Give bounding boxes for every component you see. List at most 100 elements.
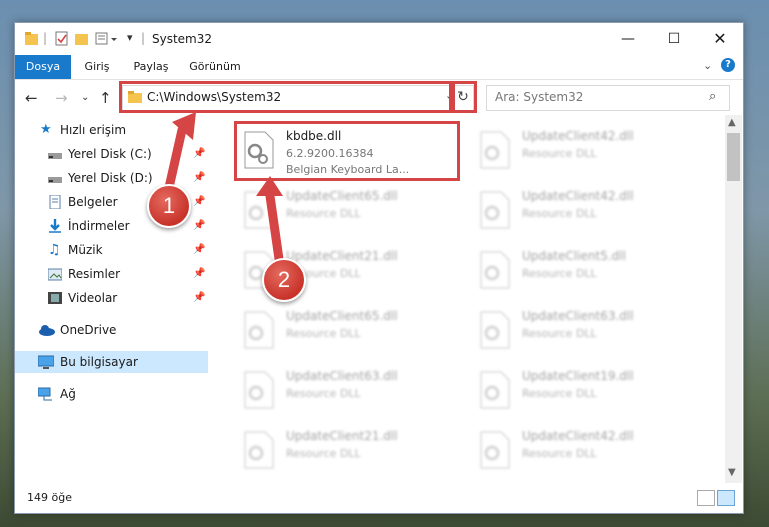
dll-file-icon — [244, 311, 274, 349]
download-icon — [49, 219, 61, 233]
explorer-window: | ▾ | System32 — ☐ ✕ Dosya Giriş Paylaş … — [14, 22, 744, 514]
file-tile[interactable]: UpdateClient42.dll Resource DLL — [472, 423, 692, 479]
expand-ribbon-icon[interactable]: ⌄ — [703, 59, 712, 72]
maximize-button[interactable]: ☐ — [651, 23, 697, 55]
music-icon: ♫ — [48, 242, 61, 258]
nav-item-network[interactable]: Ağ — [15, 383, 208, 405]
address-highlight — [119, 81, 455, 113]
file-name: UpdateClient65.dll — [286, 189, 398, 203]
file-description: Resource DLL — [522, 327, 597, 340]
file-description: Resource DLL — [286, 447, 361, 460]
ribbon-tabs: Dosya Giriş Paylaş Görünüm ⌄ ? — [15, 55, 743, 80]
vertical-scrollbar[interactable]: ▲ ▼ — [725, 115, 742, 483]
pin-icon[interactable]: 📌 — [193, 143, 205, 165]
dll-file-icon — [480, 311, 510, 349]
scroll-thumb[interactable] — [727, 133, 740, 181]
dll-file-icon — [480, 191, 510, 229]
file-tile[interactable]: UpdateClient65.dll Resource DLL — [236, 183, 456, 239]
file-tile[interactable]: UpdateClient42.dll Resource DLL — [472, 183, 692, 239]
scroll-up-icon[interactable]: ▲ — [728, 117, 736, 128]
minimize-button[interactable]: — — [605, 23, 651, 55]
nav-item-label: Videolar — [68, 291, 118, 305]
file-tile[interactable]: UpdateClient5.dll Resource DLL — [472, 243, 692, 299]
pin-icon[interactable]: 📌 — [193, 191, 205, 213]
file-name: UpdateClient65.dll — [286, 309, 398, 323]
nav-item-label: Yerel Disk (C:) — [68, 147, 152, 161]
refresh-highlight — [449, 81, 477, 113]
file-description: Resource DLL — [286, 207, 361, 220]
pin-icon[interactable]: 📌 — [193, 239, 205, 261]
file-description: Resource DLL — [522, 147, 597, 160]
tab-home[interactable]: Giriş — [77, 55, 117, 79]
file-highlight — [234, 121, 460, 181]
pin-icon[interactable]: 📌 — [193, 287, 205, 309]
pictures-icon — [48, 268, 62, 281]
pin-icon[interactable]: 📌 — [193, 215, 205, 237]
nav-item-label: İndirmeler — [68, 219, 130, 233]
nav-item-label: Hızlı erişim — [60, 123, 127, 137]
qa-dropdown-icon[interactable]: ▾ — [127, 31, 133, 47]
pin-icon[interactable]: 📌 — [193, 263, 205, 285]
file-tile[interactable]: UpdateClient63.dll Resource DLL — [236, 363, 456, 419]
file-name: UpdateClient63.dll — [286, 369, 398, 383]
file-tile[interactable]: UpdateClient19.dll Resource DLL — [472, 363, 692, 419]
cloud-icon — [39, 325, 55, 336]
file-description: Resource DLL — [522, 387, 597, 400]
separator: | — [141, 31, 146, 45]
star-icon: ★ — [40, 122, 52, 137]
search-input[interactable]: Ara: System32 — [495, 90, 583, 104]
file-tile[interactable]: UpdateClient65.dll Resource DLL — [236, 303, 456, 359]
file-name: UpdateClient21.dll — [286, 429, 398, 443]
documents-icon — [49, 195, 61, 209]
nav-item-label: Ağ — [60, 387, 76, 401]
pin-icon[interactable]: 📌 — [193, 167, 205, 189]
large-icons-view-icon[interactable] — [717, 490, 735, 506]
scroll-down-icon[interactable]: ▼ — [728, 467, 736, 478]
customize-toolbar-icon[interactable] — [95, 31, 121, 47]
file-description: Resource DLL — [522, 447, 597, 460]
file-tile[interactable]: UpdateClient63.dll Resource DLL — [472, 303, 692, 359]
file-name: UpdateClient42.dll — [522, 429, 634, 443]
up-arrow-icon[interactable]: ↑ — [99, 89, 112, 107]
nav-item-disk-c[interactable]: Yerel Disk (C:) 📌 — [15, 143, 208, 165]
tab-share[interactable]: Paylaş — [129, 55, 173, 79]
file-tile[interactable]: UpdateClient21.dll Resource DLL — [236, 423, 456, 479]
nav-item-label: Bu bilgisayar — [60, 355, 138, 369]
navigation-pane: ★ Hızlı erişim Yerel Disk (C:) 📌 Yerel D… — [15, 119, 208, 483]
search-box[interactable]: Ara: System32 ⌕ — [486, 85, 730, 111]
close-button[interactable]: ✕ — [697, 23, 743, 55]
item-count: 149 öğe — [27, 491, 72, 504]
help-icon[interactable]: ? — [721, 58, 735, 72]
nav-item-label: Belgeler — [68, 195, 118, 209]
file-name: UpdateClient5.dll — [522, 249, 626, 263]
nav-item-music[interactable]: ♫ Müzik 📌 — [15, 239, 208, 261]
tab-file[interactable]: Dosya — [15, 55, 71, 79]
nav-item-videos[interactable]: Videolar 📌 — [15, 287, 208, 309]
file-description: Resource DLL — [286, 387, 361, 400]
nav-item-label: Müzik — [68, 243, 103, 257]
tab-view[interactable]: Görünüm — [185, 55, 245, 79]
file-name: UpdateClient63.dll — [522, 309, 634, 323]
new-folder-icon[interactable] — [75, 31, 89, 47]
nav-item-label: Yerel Disk (D:) — [68, 171, 153, 185]
recent-locations-icon[interactable]: ⌄ — [81, 92, 89, 103]
details-view-icon[interactable] — [697, 490, 715, 506]
nav-item-quick-access[interactable]: ★ Hızlı erişim — [15, 119, 208, 141]
dll-file-icon — [480, 131, 510, 169]
properties-icon[interactable] — [55, 31, 69, 47]
forward-arrow-icon[interactable]: → — [55, 89, 68, 107]
computer-icon — [38, 355, 54, 369]
drive-icon — [48, 177, 62, 183]
separator: | — [43, 31, 48, 45]
file-tile[interactable]: UpdateClient42.dll Resource DLL — [472, 123, 692, 179]
nav-item-pictures[interactable]: Resimler 📌 — [15, 263, 208, 285]
nav-item-label: OneDrive — [60, 323, 117, 337]
back-arrow-icon[interactable]: ← — [25, 89, 38, 107]
search-icon[interactable]: ⌕ — [709, 89, 716, 104]
title-bar: | ▾ | System32 — ☐ ✕ — [15, 23, 743, 55]
file-name: UpdateClient19.dll — [522, 369, 634, 383]
window-title: System32 — [152, 32, 213, 46]
file-description: Resource DLL — [522, 207, 597, 220]
nav-item-onedrive[interactable]: OneDrive — [15, 319, 208, 341]
nav-item-this-pc[interactable]: Bu bilgisayar — [15, 351, 208, 373]
